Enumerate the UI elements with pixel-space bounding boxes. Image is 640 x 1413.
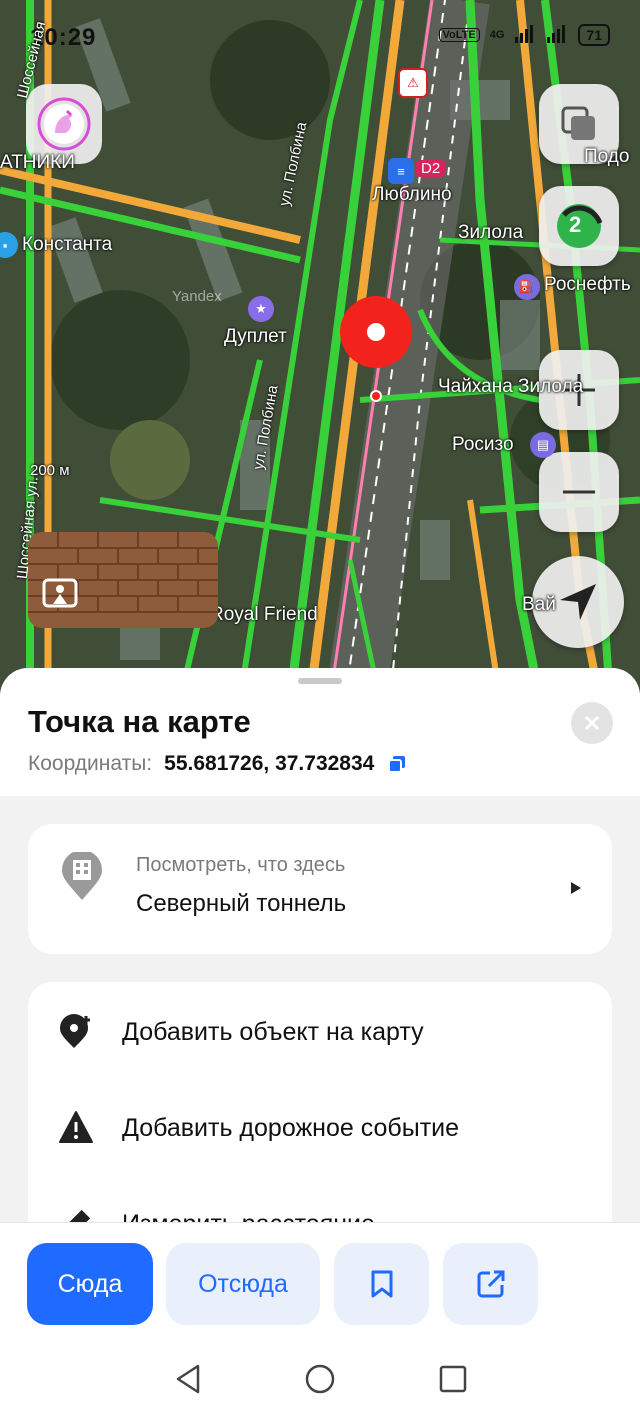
menu-item-add-object[interactable]: Добавить объект на карту [28, 992, 612, 1072]
map-label-rosizo[interactable]: Росизо [452, 434, 514, 456]
copy-icon[interactable] [388, 755, 406, 773]
status-bar: 10:29 VoLTE 4G 71 [0, 0, 640, 70]
volte-indicator: VoLTE [438, 28, 480, 42]
map-label-zilola[interactable]: Зилола [458, 222, 523, 244]
warning-icon [59, 1111, 93, 1143]
add-place-icon [60, 1014, 90, 1048]
zoom-out-button[interactable] [539, 452, 619, 532]
action-bar: Сюда Отсюда [0, 1222, 640, 1413]
menu-item-label: Добавить дорожное событие [122, 1114, 460, 1142]
whats-here-card[interactable]: Посмотреть, что здесь Северный тоннель [28, 824, 612, 954]
layers-icon [561, 106, 595, 140]
route-from-button[interactable]: Отсюда [166, 1243, 320, 1325]
coordinates-value[interactable]: 55.681726, 37.732834 [164, 752, 374, 776]
traffic-button[interactable]: 2 [539, 186, 619, 266]
poi-metro-icon[interactable]: ≡ [388, 158, 414, 184]
battery-indicator: 71 [578, 24, 610, 46]
sheet-header: Точка на карте Координаты: 55.681726, 37… [0, 668, 640, 796]
minus-icon [563, 490, 595, 494]
menu-item-add-road-event[interactable]: Добавить дорожное событие [28, 1088, 612, 1168]
close-button[interactable] [571, 702, 613, 744]
menu-item-label: Добавить объект на карту [122, 1018, 424, 1046]
selected-point-pin [340, 296, 412, 368]
sheet-title: Точка на карте [28, 704, 251, 739]
map-scale: 200 м [30, 462, 70, 479]
map-label-lyublino[interactable]: Люблино [372, 184, 452, 206]
panorama-icon [42, 578, 78, 608]
building-pin-icon [62, 852, 102, 900]
play-arrow-icon [571, 882, 581, 894]
home-icon[interactable] [304, 1363, 336, 1395]
sheet-drag-handle[interactable] [298, 678, 342, 684]
back-icon[interactable] [174, 1363, 202, 1395]
map-view[interactable]: 10:29 VoLTE 4G 71 2 Люблино D2 Зилола Ко… [0, 0, 640, 700]
signal-icon [546, 24, 568, 46]
navigation-arrow-icon [560, 584, 596, 620]
network-type: 4G [489, 29, 505, 41]
poi-fuel-icon[interactable]: ⛽ [514, 274, 540, 300]
coordinates-label: Координаты: [28, 752, 153, 775]
route-here-button[interactable]: Сюда [27, 1243, 153, 1325]
selected-point-dot [370, 390, 382, 402]
recent-apps-icon[interactable] [438, 1363, 468, 1395]
whats-here-name: Северный тоннель [136, 890, 347, 917]
status-icons: VoLTE 4G 71 [438, 24, 610, 46]
traffic-accident-icon[interactable]: ⚠ [398, 68, 428, 98]
map-label-vai[interactable]: Вай [522, 594, 556, 616]
bookmark-icon [371, 1270, 392, 1298]
poi-briefcase-icon[interactable]: ▤ [530, 432, 556, 458]
panorama-thumbnail[interactable] [28, 532, 218, 628]
map-label-duplet[interactable]: Дуплет [224, 326, 287, 348]
map-label-rosneft[interactable]: Роснефть [544, 274, 631, 296]
map-label-podo[interactable]: Подо [584, 146, 629, 168]
map-label-chaihana[interactable]: Чайхана Зилола [438, 376, 583, 398]
bookmark-button[interactable] [334, 1243, 429, 1325]
system-nav-bar [0, 1363, 640, 1403]
avatar [37, 97, 91, 151]
poi-trophy-icon[interactable]: ★ [248, 296, 274, 322]
close-icon [584, 715, 600, 731]
signal-icon [514, 24, 536, 46]
map-label-royal-friend[interactable]: Royal Friend [210, 604, 318, 626]
map-label-district: АТНИКИ [0, 152, 75, 173]
share-button[interactable] [443, 1243, 538, 1325]
traffic-level-badge: 2 [569, 212, 582, 237]
map-label-konstanta[interactable]: Константа [22, 234, 112, 256]
whats-here-subtitle: Посмотреть, что здесь [136, 854, 346, 876]
metro-line-badge: D2 [416, 160, 446, 177]
yandex-watermark: Yandex [172, 288, 222, 305]
share-icon [477, 1270, 504, 1298]
coordinates-row: Координаты: 55.681726, 37.732834 [28, 752, 406, 776]
